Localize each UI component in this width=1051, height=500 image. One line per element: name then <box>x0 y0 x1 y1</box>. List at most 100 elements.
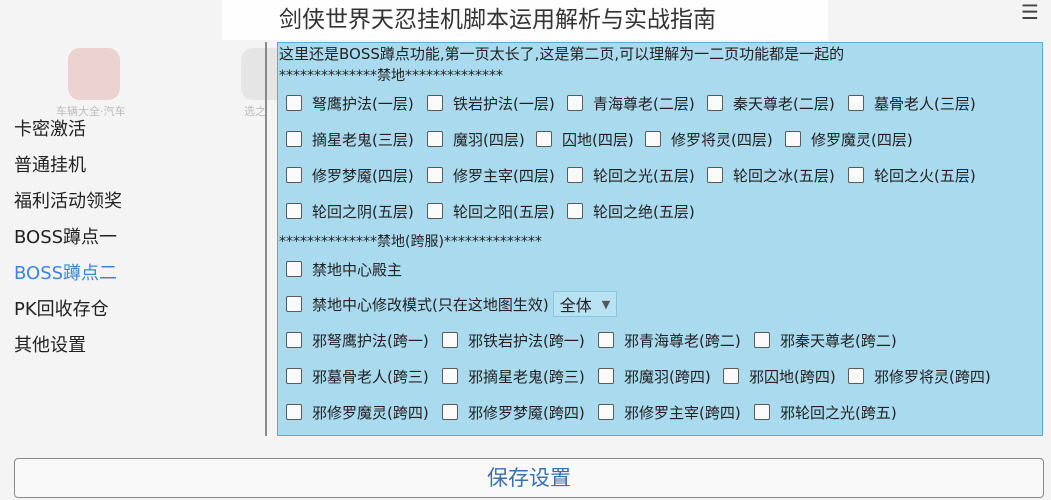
option-checkbox[interactable]: 青海尊老(二层) <box>567 91 695 115</box>
option-checkbox[interactable]: 禁地中心修改模式(只在这地图生效) 全体 ▼ <box>286 291 618 317</box>
checkbox-icon[interactable] <box>785 131 801 147</box>
checkbox-icon[interactable] <box>567 203 583 219</box>
checkbox-icon[interactable] <box>286 404 302 420</box>
option-label: 邪青海尊老(跨二) <box>624 331 741 350</box>
option-checkbox[interactable]: 邪修罗梦魇(跨四) <box>442 400 585 424</box>
checkbox-icon[interactable] <box>286 368 302 384</box>
option-label: 摘星老鬼(三层) <box>312 130 414 149</box>
option-label: 禁地中心修改模式(只在这地图生效) <box>312 295 549 314</box>
option-label: 邪修罗梦魇(跨四) <box>468 403 585 422</box>
option-checkbox[interactable]: 邪修罗主宰(跨四) <box>598 400 741 424</box>
checkbox-icon[interactable] <box>598 404 614 420</box>
option-checkbox[interactable]: 轮回之绝(五层) <box>567 199 695 223</box>
mode-select-value: 全体 <box>559 296 592 315</box>
option-checkbox[interactable]: 邪修罗魔灵(跨四) <box>286 400 429 424</box>
option-checkbox[interactable]: 邪铁岩护法(跨一) <box>442 328 585 352</box>
checkbox-icon[interactable] <box>754 332 770 348</box>
option-checkbox[interactable]: 轮回之冰(五层) <box>707 163 835 187</box>
option-label: 邪囚地(跨四) <box>749 367 836 386</box>
checkbox-icon[interactable] <box>754 404 770 420</box>
option-checkbox[interactable]: 铁岩护法(一层) <box>427 91 555 115</box>
checkbox-icon[interactable] <box>286 296 302 312</box>
option-checkbox[interactable]: 修罗主宰(四层) <box>427 163 555 187</box>
checkbox-icon[interactable] <box>286 332 302 348</box>
checkbox-icon[interactable] <box>286 95 302 111</box>
option-checkbox[interactable]: 囚地(四层) <box>536 127 634 151</box>
option-checkbox[interactable]: 邪囚地(跨四) <box>723 364 836 388</box>
option-label: 邪轮回之光(跨五) <box>780 403 897 422</box>
checkbox-icon[interactable] <box>427 95 443 111</box>
sidebar-item-boss-camp-1[interactable]: BOSS蹲点一 <box>0 220 265 256</box>
mode-select[interactable]: 全体 ▼ <box>552 291 618 317</box>
option-label: 秦天尊老(二层) <box>733 94 835 113</box>
menu-icon[interactable]: ☰ <box>1019 2 1041 22</box>
option-checkbox[interactable]: 邪墓骨老人(跨三) <box>286 364 429 388</box>
checkbox-icon[interactable] <box>286 131 302 147</box>
checkbox-icon[interactable] <box>598 368 614 384</box>
option-label: 邪秦天尊老(跨二) <box>780 331 897 350</box>
option-checkbox[interactable]: 轮回之阳(五层) <box>427 199 555 223</box>
checkbox-icon[interactable] <box>536 131 552 147</box>
option-checkbox[interactable]: 邪秦天尊老(跨二) <box>754 328 897 352</box>
option-checkbox[interactable]: 邪修罗将灵(跨四) <box>848 364 991 388</box>
option-checkbox[interactable]: 邪摘星老鬼(跨三) <box>442 364 585 388</box>
option-label: 青海尊老(二层) <box>593 94 695 113</box>
option-label: 囚地(四层) <box>562 130 634 149</box>
checkbox-icon[interactable] <box>427 167 443 183</box>
checkbox-icon[interactable] <box>442 368 458 384</box>
sidebar: 卡密激活 普通挂机 福利活动领奖 BOSS蹲点一 BOSS蹲点二 PK回收存仓 … <box>0 112 265 364</box>
option-label: 修罗主宰(四层) <box>453 166 555 185</box>
option-label: 轮回之火(五层) <box>874 166 976 185</box>
option-label: 修罗魔灵(四层) <box>811 130 913 149</box>
checkbox-icon[interactable] <box>598 332 614 348</box>
chevron-down-icon: ▼ <box>601 297 611 311</box>
option-checkbox[interactable]: 轮回之阴(五层) <box>286 199 414 223</box>
checkbox-icon[interactable] <box>442 404 458 420</box>
sidebar-item-card-activation[interactable]: 卡密激活 <box>0 112 265 148</box>
checkbox-icon[interactable] <box>427 203 443 219</box>
option-checkbox[interactable]: 修罗将灵(四层) <box>645 127 773 151</box>
checkbox-icon[interactable] <box>286 261 302 277</box>
option-checkbox[interactable]: 邪轮回之光(跨五) <box>754 400 897 424</box>
sidebar-item-welfare-rewards[interactable]: 福利活动领奖 <box>0 184 265 220</box>
section-header-forbidden-cross: **************禁地(跨服)************** <box>279 234 542 250</box>
option-label: 轮回之冰(五层) <box>733 166 835 185</box>
save-button[interactable]: 保存设置 <box>14 458 1044 498</box>
option-checkbox[interactable]: 修罗魔灵(四层) <box>785 127 913 151</box>
sidebar-item-other-settings[interactable]: 其他设置 <box>0 328 265 364</box>
checkbox-icon[interactable] <box>848 368 864 384</box>
checkbox-icon[interactable] <box>707 95 723 111</box>
option-checkbox[interactable]: 邪弩鹰护法(跨一) <box>286 328 429 352</box>
option-label: 修罗将灵(四层) <box>671 130 773 149</box>
option-label: 禁地中心殿主 <box>312 260 403 279</box>
sidebar-item-pk-recycle[interactable]: PK回收存仓 <box>0 292 265 328</box>
checkbox-icon[interactable] <box>442 332 458 348</box>
option-checkbox[interactable]: 秦天尊老(二层) <box>707 91 835 115</box>
checkbox-icon[interactable] <box>848 95 864 111</box>
option-checkbox[interactable]: 墓骨老人(三层) <box>848 91 976 115</box>
sidebar-item-boss-camp-2[interactable]: BOSS蹲点二 <box>0 256 265 292</box>
option-checkbox[interactable]: 修罗梦魇(四层) <box>286 163 414 187</box>
checkbox-icon[interactable] <box>427 131 443 147</box>
checkbox-icon[interactable] <box>645 131 661 147</box>
checkbox-icon[interactable] <box>567 95 583 111</box>
option-checkbox[interactable]: 摘星老鬼(三层) <box>286 127 414 151</box>
option-checkbox[interactable]: 魔羽(四层) <box>427 127 525 151</box>
checkbox-icon[interactable] <box>848 167 864 183</box>
checkbox-icon[interactable] <box>286 203 302 219</box>
option-checkbox[interactable]: 轮回之光(五层) <box>567 163 695 187</box>
section-header-forbidden: **************禁地************** <box>279 68 503 84</box>
option-label: 邪铁岩护法(跨一) <box>468 331 585 350</box>
option-label: 邪弩鹰护法(跨一) <box>312 331 429 350</box>
checkbox-icon[interactable] <box>286 167 302 183</box>
option-checkbox[interactable]: 邪青海尊老(跨二) <box>598 328 741 352</box>
option-checkbox[interactable]: 邪魔羽(跨四) <box>598 364 711 388</box>
option-checkbox[interactable]: 禁地中心殿主 <box>286 257 402 281</box>
checkbox-icon[interactable] <box>567 167 583 183</box>
option-checkbox[interactable]: 轮回之火(五层) <box>848 163 976 187</box>
option-checkbox[interactable]: 弩鹰护法(一层) <box>286 91 414 115</box>
sidebar-item-normal-idle[interactable]: 普通挂机 <box>0 148 265 184</box>
checkbox-icon[interactable] <box>707 167 723 183</box>
option-label: 邪修罗将灵(跨四) <box>874 367 991 386</box>
checkbox-icon[interactable] <box>723 368 739 384</box>
